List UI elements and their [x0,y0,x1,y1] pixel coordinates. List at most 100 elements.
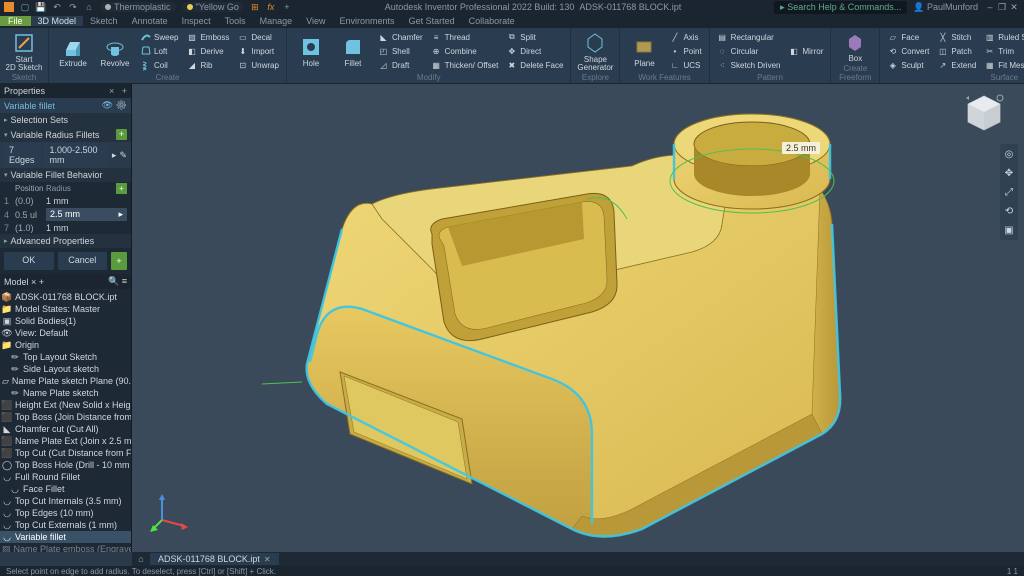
ribbon-tab-sketch[interactable]: Sketch [83,16,125,26]
redo-icon[interactable]: ↷ [68,2,78,12]
ribbon-tab-get-started[interactable]: Get Started [402,16,462,26]
view-cube[interactable] [962,92,1006,136]
ucs-button[interactable]: ∟UCS [666,59,704,72]
ribbon-tab-manage[interactable]: Manage [253,16,300,26]
nav-wheel-icon[interactable]: ◎ [1002,147,1016,161]
tree-node[interactable]: ▱Name Plate sketch Plane (90.00 deg to Y… [0,375,131,387]
radius-callout[interactable]: 2.5 mm [782,142,820,154]
save-icon[interactable]: 💾 [36,2,46,12]
edges-chip[interactable]: 7 Edges [4,143,41,167]
axis-button[interactable]: ╱Axis [666,31,704,44]
point-button[interactable]: •Point [666,45,704,58]
settings-icon[interactable]: ⚙ [116,100,127,110]
selection-sets-section[interactable]: ▸Selection Sets [0,113,131,127]
patch-button[interactable]: ◫Patch [934,45,979,58]
add-point-button[interactable]: + [116,183,127,194]
tree-node[interactable]: ▣Solid Bodies(1) [0,315,131,327]
shell-button[interactable]: ◰Shell [375,45,426,58]
tree-node[interactable]: ✏Name Plate sketch [0,387,131,399]
thicken-button[interactable]: ▦Thicken/ Offset [428,59,502,72]
user-label[interactable]: 👤 PaulMunford [913,2,978,13]
ribbon-tab-view[interactable]: View [299,16,332,26]
tree-node[interactable]: ⬛Height Ext (New Solid x Height) [0,399,131,411]
combine-button[interactable]: ⊕Combine [428,45,502,58]
tab-close-icon[interactable]: ✕ [264,555,271,564]
ribbon-tab-inspect[interactable]: Inspect [175,16,218,26]
tree-node[interactable]: ◡Top Cut Externals (1 mm) [0,519,131,531]
revolve-button[interactable]: Revolve [95,30,135,73]
loft-button[interactable]: Loft [137,45,181,58]
tree-node[interactable]: ⬛Name Plate Ext (Join x 2.5 mm) [0,435,131,447]
sweep-button[interactable]: Sweep [137,31,181,44]
model-add-icon[interactable]: + [39,277,44,287]
tree-node[interactable]: ◡Face Fillet [0,483,131,495]
circpattern-button[interactable]: ◌Circular [714,45,784,58]
tree-root[interactable]: 📦ADSK-011768 BLOCK.ipt [0,291,131,303]
ribbon-tab-3d-model[interactable]: 3D Model [31,16,84,26]
derive-button[interactable]: ◧Derive [183,45,232,58]
extend-button[interactable]: ↗Extend [934,59,979,72]
add-fillet-set-button[interactable]: + [116,129,127,140]
fillet-button[interactable]: Fillet [333,30,373,73]
open-icon[interactable]: ▢ [20,2,30,12]
search-icon[interactable]: 🔍 [108,276,119,286]
properties-close-icon[interactable]: × + [109,86,127,96]
var-radius-section[interactable]: ▾Variable Radius Fillets+ [0,127,131,142]
face-button[interactable]: ▱Face [884,31,932,44]
ribbon-tab-environments[interactable]: Environments [333,16,402,26]
tree-node[interactable]: ◡Variable fillet [0,531,131,543]
sculpt-button[interactable]: ◈Sculpt [884,59,932,72]
ribbon-tab-tools[interactable]: Tools [218,16,253,26]
radius-row[interactable]: 40.5 ul2.5 mm ▸ [0,207,131,222]
decal-button[interactable]: ▭Decal [234,31,282,44]
sketchdriven-button[interactable]: ⁖Sketch Driven [714,59,784,72]
pan-icon[interactable]: ✥ [1002,166,1016,180]
box-button[interactable]: Box [835,30,875,64]
apply-add-button[interactable]: + [111,252,127,270]
fitmesh-button[interactable]: ▦Fit Mesh Face [981,59,1024,72]
mirror-button[interactable]: ◧Mirror [785,45,826,58]
tree-node[interactable]: ▨Name Plate emboss (Engrave From Face x [0,543,131,552]
ribbon-tab-file[interactable]: File [0,16,31,26]
undo-icon[interactable]: ↶ [52,2,62,12]
plane-button[interactable]: Plane [624,30,664,73]
zoom-icon[interactable]: ⤢ [1002,185,1016,199]
doc-home-button[interactable]: ⌂ [132,554,150,564]
extrude-button[interactable]: Extrude [53,30,93,73]
radius-row[interactable]: 1(0.0)1 mm [0,195,131,207]
tree-node[interactable]: ✏Top Layout Sketch [0,351,131,363]
tree-node[interactable]: ◡Full Round Fillet [0,471,131,483]
lookat-icon[interactable]: ▣ [1002,223,1016,237]
tree-node[interactable]: ◡Top Edges (10 mm) [0,507,131,519]
thread-button[interactable]: ≡Thread [428,31,502,44]
advanced-section[interactable]: ▸Advanced Properties [0,234,131,248]
stitch-button[interactable]: ╳Stitch [934,31,979,44]
tree-node[interactable]: ◯Top Boss Hole (Drill - 10 mm x Height -… [0,459,131,471]
range-chip[interactable]: 1.000-2.500 mm [44,143,108,167]
ribbon-tab-annotate[interactable]: Annotate [125,16,175,26]
restore-button[interactable]: ❐ [996,2,1008,13]
rib-button[interactable]: ◢Rib [183,59,232,72]
material-pill[interactable]: Thermoplastic [100,2,176,12]
orbit-icon[interactable]: ⟲ [1002,204,1016,218]
min-button[interactable]: – [984,2,996,12]
start-2d-sketch-button[interactable]: Start2D Sketch [4,30,44,73]
home-icon[interactable]: ⌂ [84,2,94,12]
convert-button[interactable]: ⟲Convert [884,45,932,58]
3d-viewport[interactable]: 2.5 mm ◎ ✥ ⤢ ⟲ ▣ [132,84,1024,552]
split-button[interactable]: ⧉Split [503,31,566,44]
unwrap-button[interactable]: ⊡Unwrap [234,59,282,72]
param-icon[interactable]: ⊞ [250,2,260,12]
ruled-button[interactable]: ▥Ruled Surface [981,31,1024,44]
chevron-right-icon[interactable]: ▸ [112,150,117,161]
close-button[interactable]: ✕ [1008,2,1020,13]
chamfer-button[interactable]: ◣Chamfer [375,31,426,44]
tree-node[interactable]: ◡Top Cut Internals (3.5 mm) [0,495,131,507]
rectpattern-button[interactable]: ▤Rectangular [714,31,784,44]
shapegen-button[interactable]: ShapeGenerator [575,30,615,73]
help-search[interactable]: ▸ Search Help & Commands... [774,1,907,14]
tree-node[interactable]: 📁Model States: Master [0,303,131,315]
document-tab[interactable]: ADSK-011768 BLOCK.ipt✕ [150,553,279,565]
ok-button[interactable]: OK [4,252,54,270]
direct-button[interactable]: ✥Direct [503,45,566,58]
